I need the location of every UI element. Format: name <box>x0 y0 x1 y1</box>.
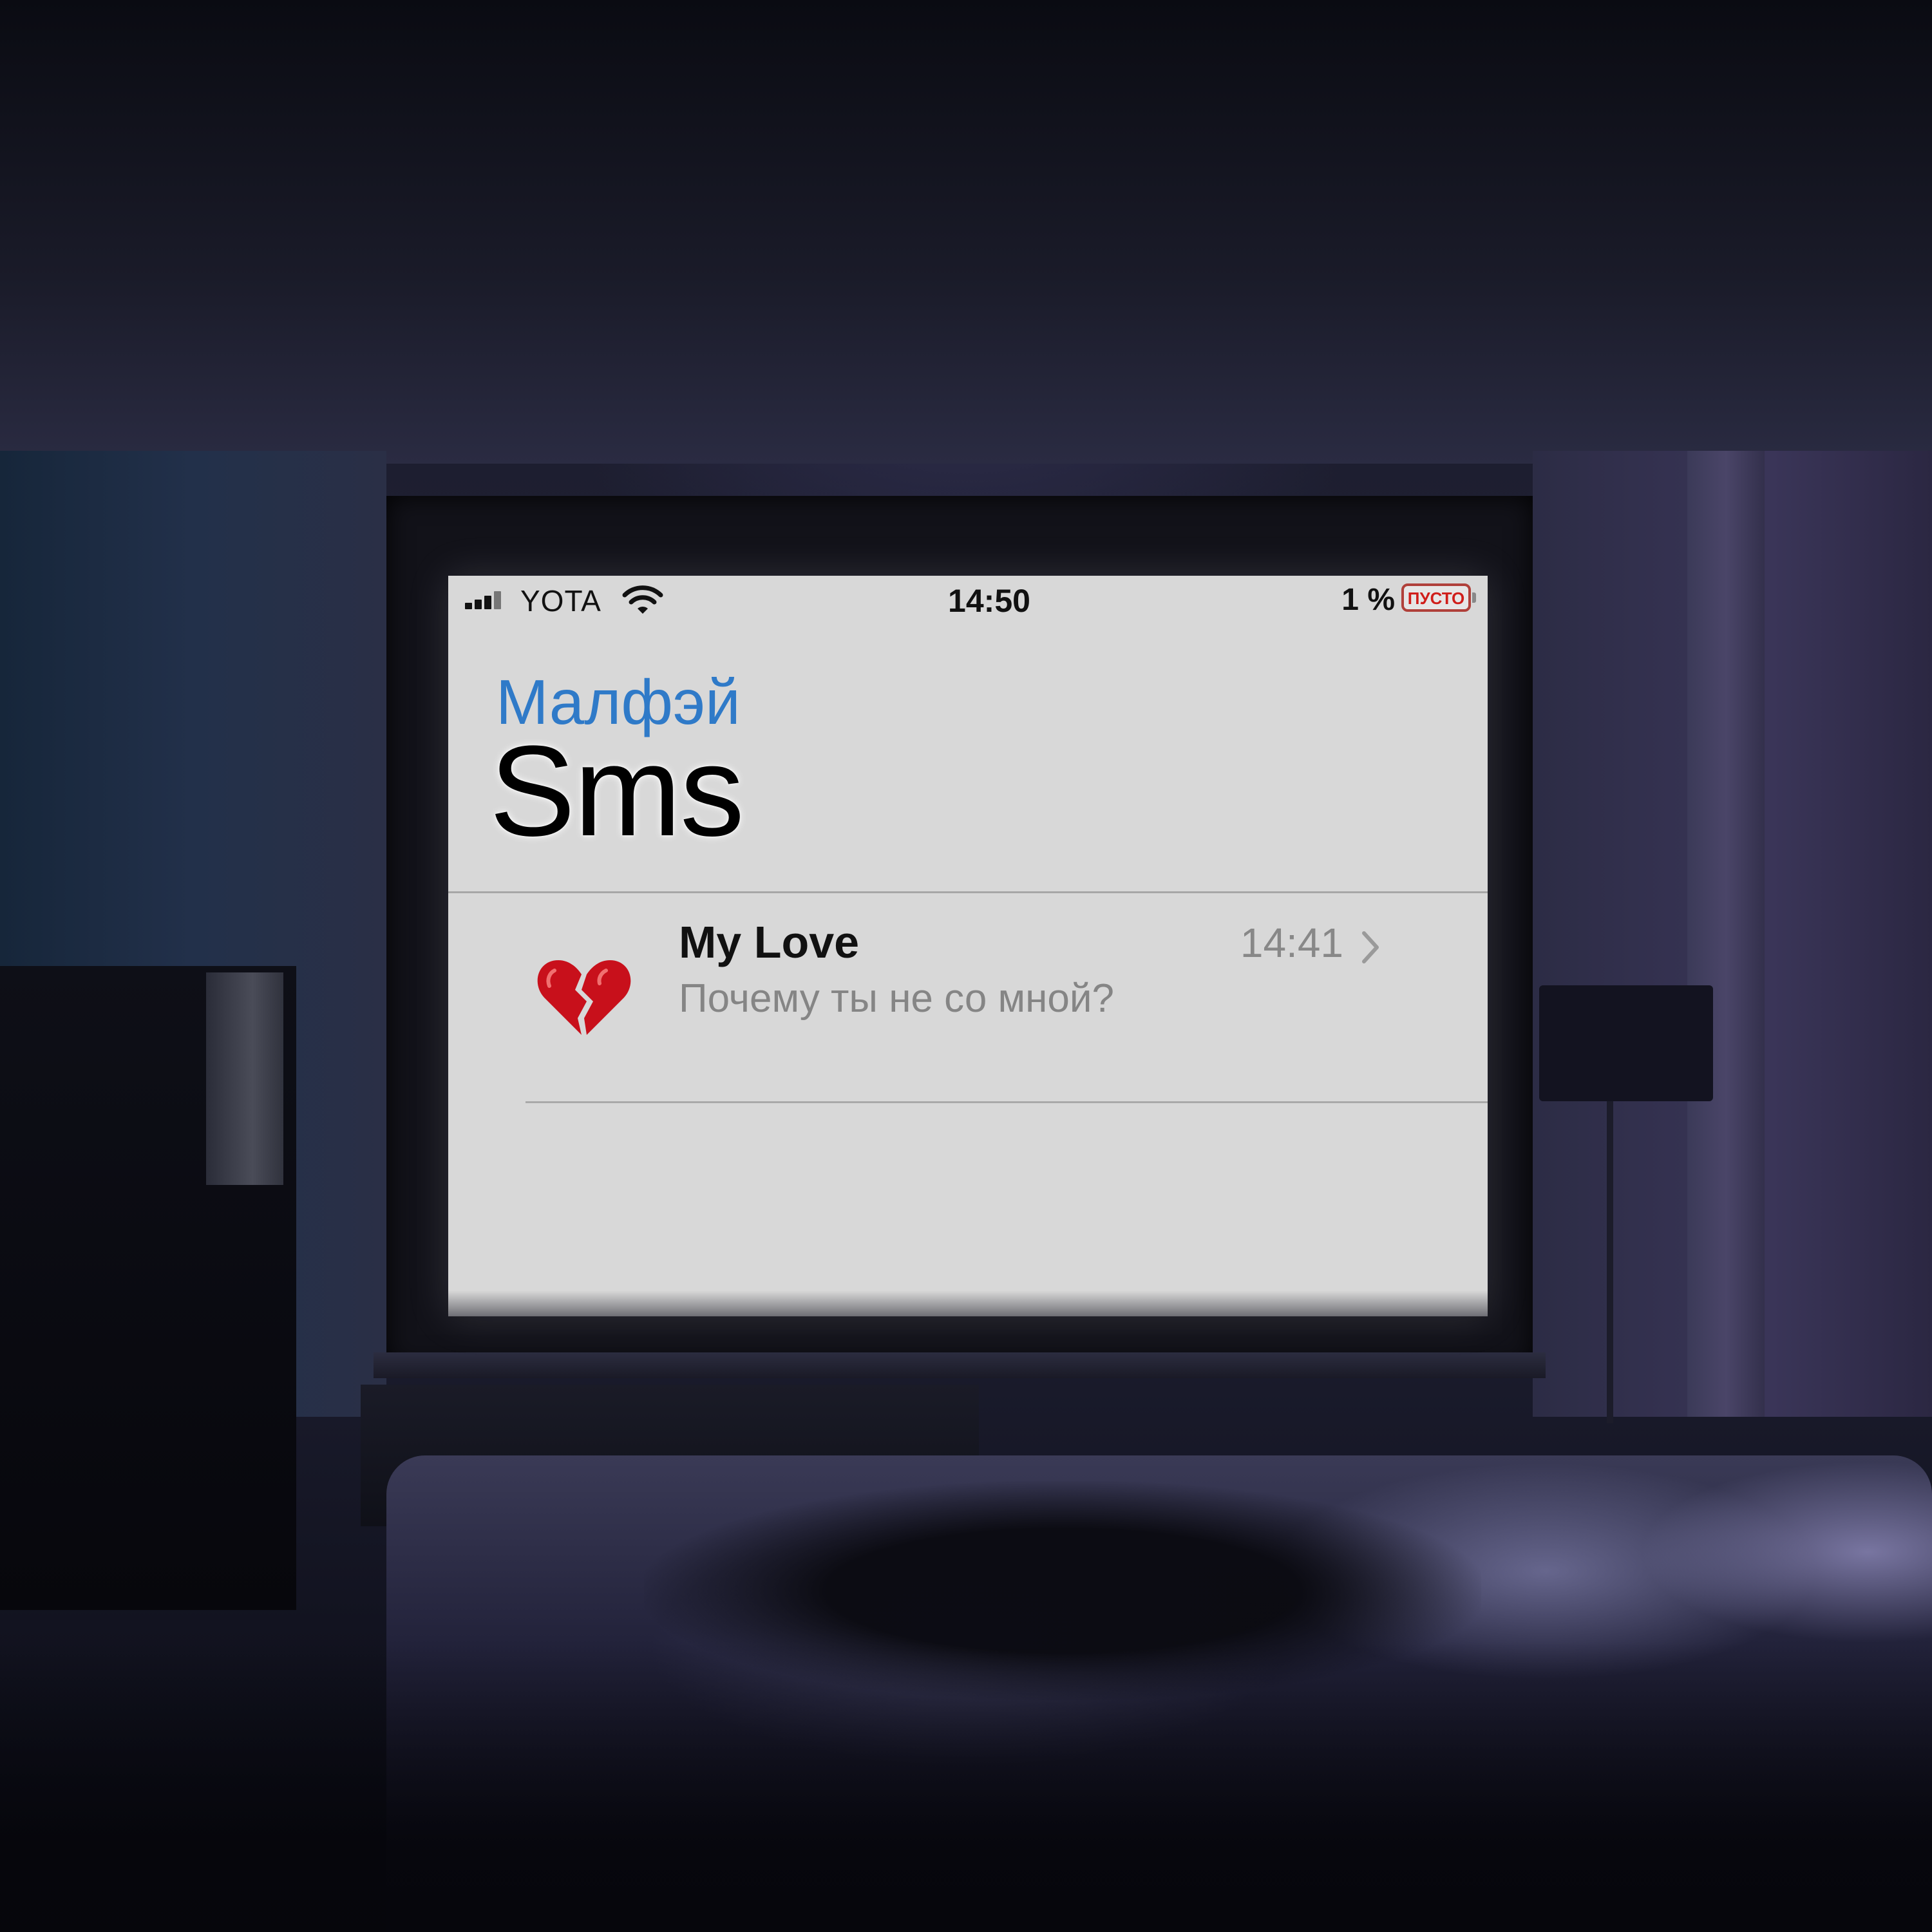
conversation-row[interactable]: My Love 14:41 Почему ты не со мной? <box>448 893 1488 1103</box>
page-title: Sms <box>489 719 744 863</box>
row-divider <box>526 1101 1488 1103</box>
status-time: 14:50 <box>948 583 1030 619</box>
carrier-name: YOTA <box>520 584 601 618</box>
box-silhouette <box>206 972 283 1185</box>
ceiling <box>0 0 1932 464</box>
bedroom-background: YOTA 14:50 1 % ПУСТО Малфэй Sms My Love … <box>0 0 1932 1932</box>
lamp-pole <box>1607 1101 1613 1423</box>
wifi-icon <box>622 585 663 614</box>
status-bar: YOTA 14:50 1 % ПУСТО <box>448 576 1488 621</box>
battery-tip <box>1472 592 1476 603</box>
battery-label: ПУСТО <box>1407 589 1465 608</box>
contact-name: My Love <box>679 917 860 967</box>
message-preview: Почему ты не со мной? <box>679 976 1115 1021</box>
signal-bars-icon <box>465 591 510 609</box>
battery-percent: 1 % <box>1341 583 1395 617</box>
message-time: 14:41 <box>1240 920 1343 966</box>
battery-icon: ПУСТО <box>1401 583 1471 612</box>
screen-edge-shadow <box>448 1291 1488 1316</box>
speaker-silhouette <box>1539 985 1713 1101</box>
window-sill <box>374 1352 1546 1378</box>
chevron-right-icon <box>1362 931 1379 963</box>
messages-screen: YOTA 14:50 1 % ПУСТО Малфэй Sms My Love … <box>448 576 1488 1316</box>
wall-pillar <box>1687 451 1765 1417</box>
broken-heart-icon <box>537 960 631 1035</box>
floor-shadow <box>0 1642 1932 1932</box>
